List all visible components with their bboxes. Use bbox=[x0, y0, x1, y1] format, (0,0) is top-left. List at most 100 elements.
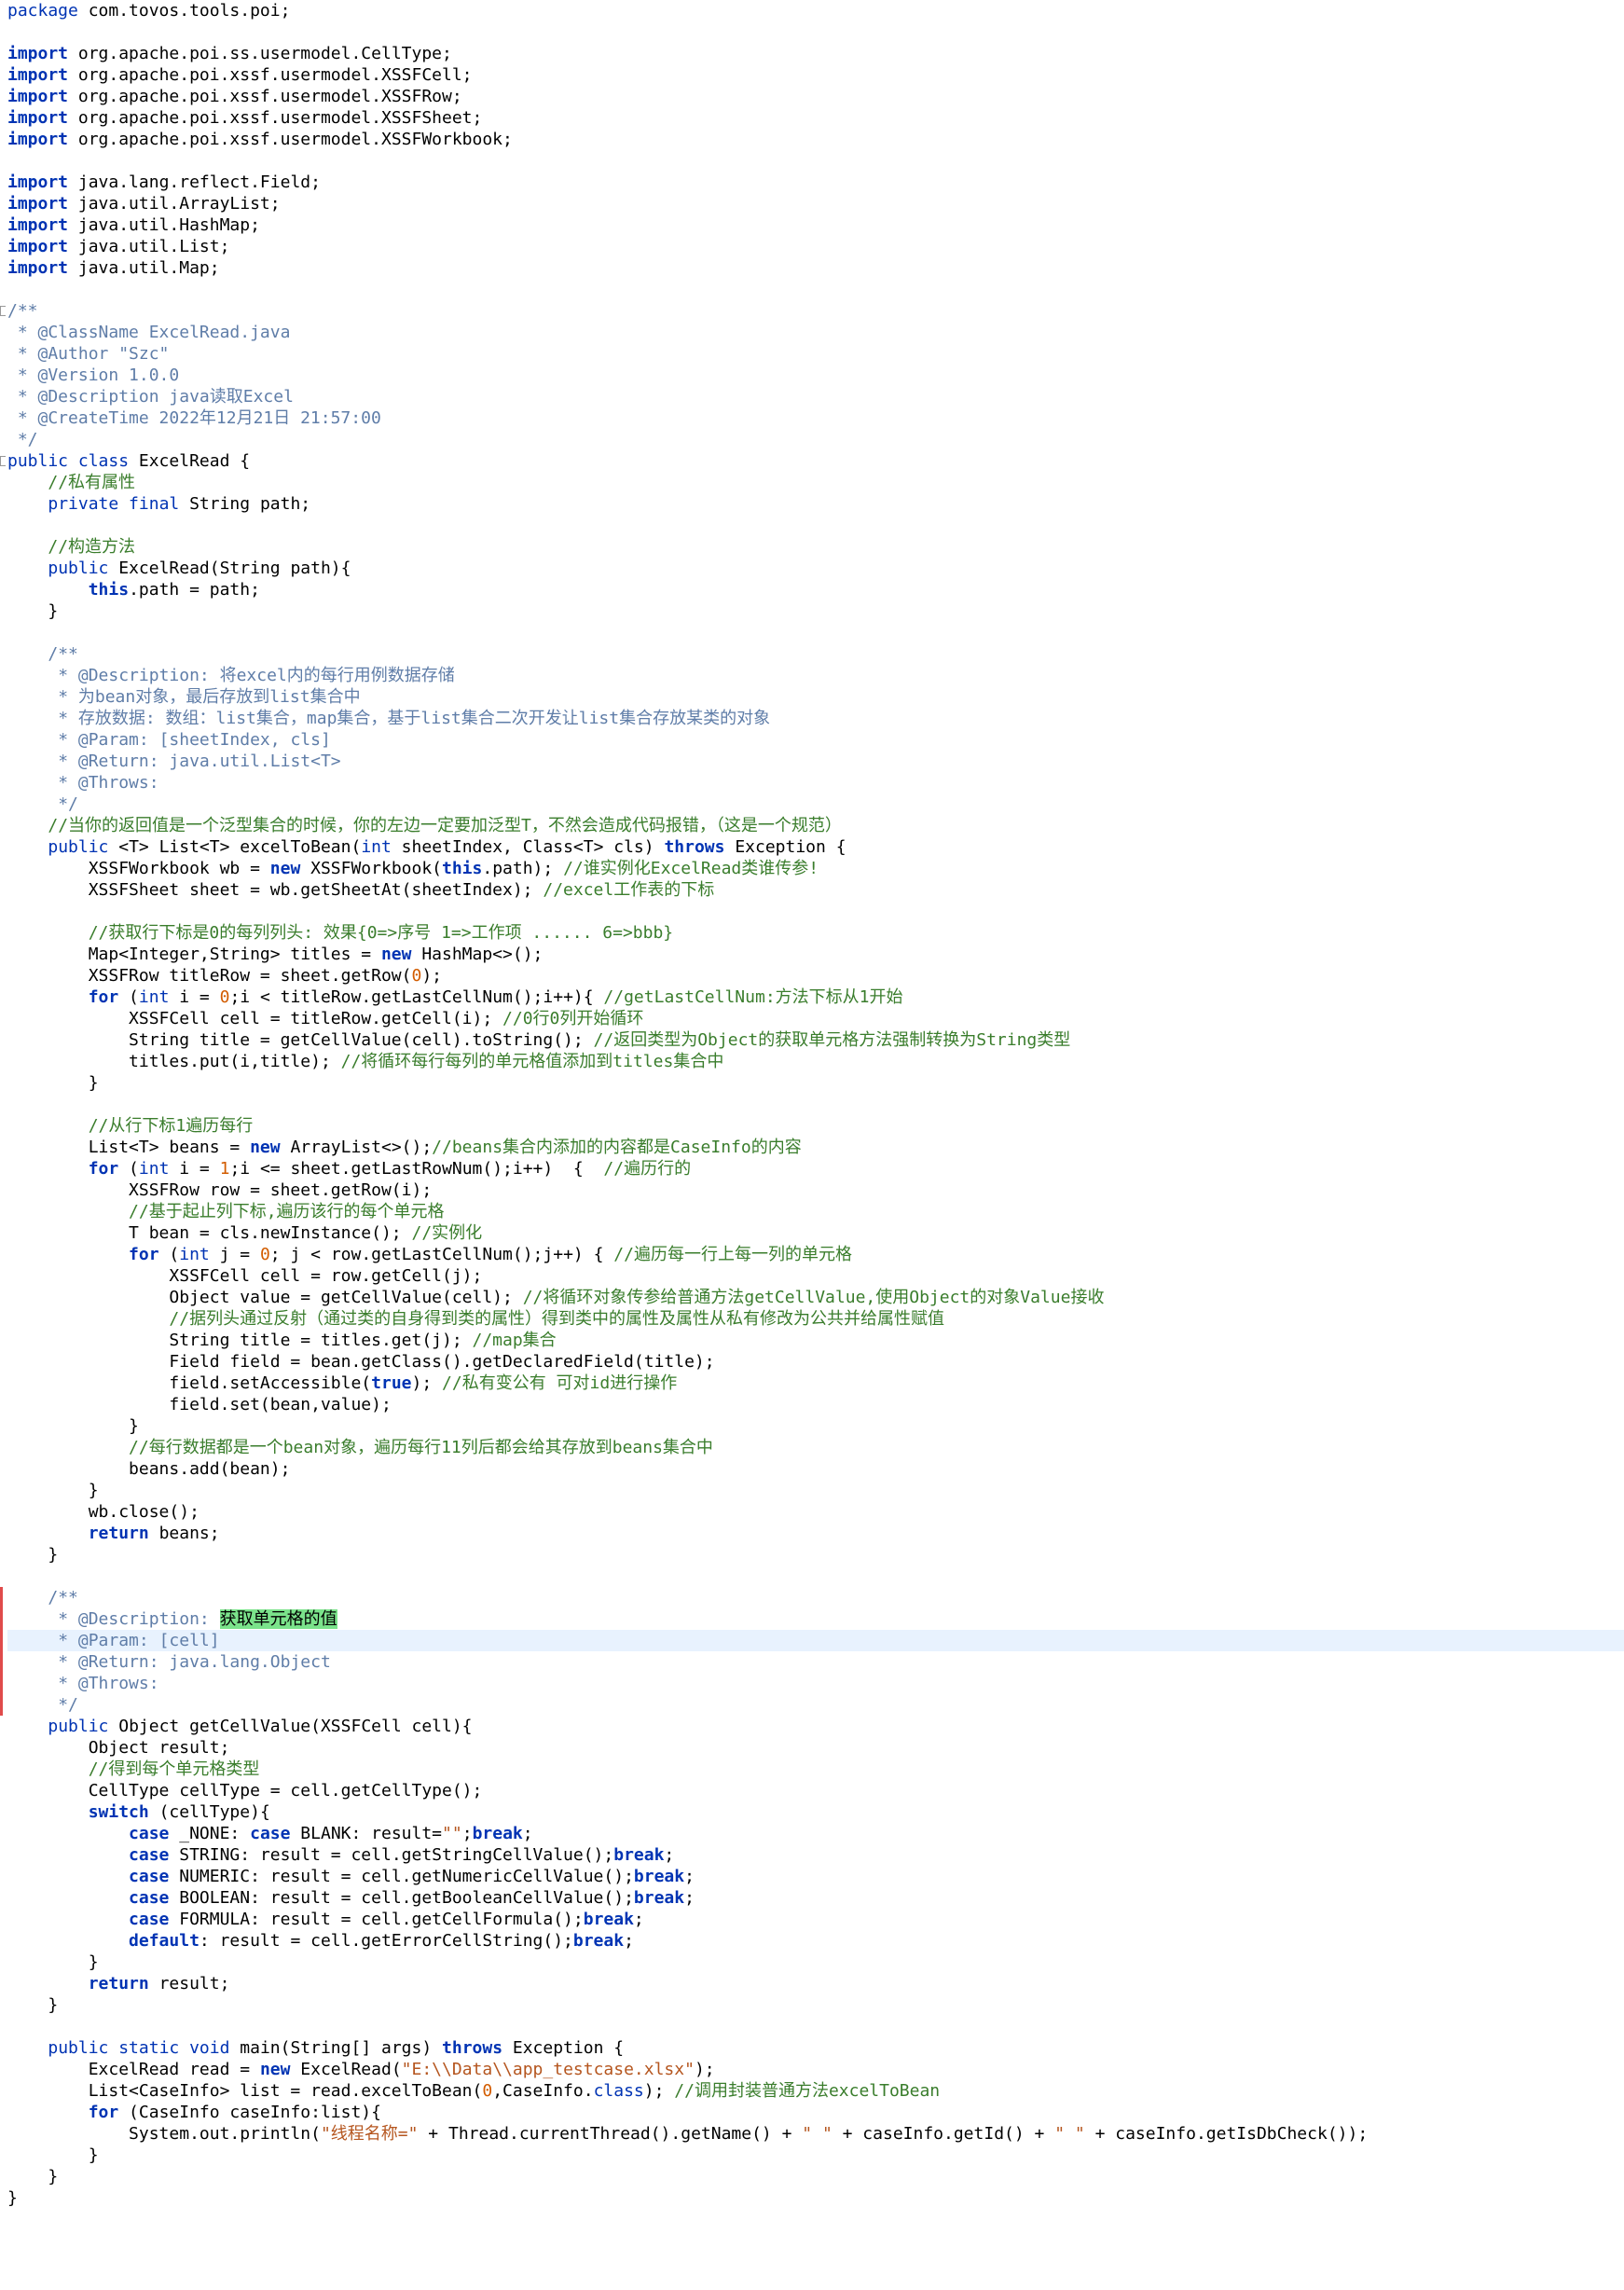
code-editor[interactable]: package com.tovos.tools.poi; import org.a… bbox=[0, 0, 1624, 2290]
fold-marker-icon[interactable] bbox=[0, 456, 6, 466]
code-line[interactable]: import java.util.ArrayList; bbox=[7, 193, 1624, 214]
code-line[interactable]: } bbox=[7, 1952, 1624, 1973]
code-line[interactable]: * 为bean对象，最后存放到list集合中 bbox=[7, 686, 1624, 708]
code-line[interactable]: wb.close(); bbox=[7, 1501, 1624, 1523]
code-line[interactable]: public ExcelRead(String path){ bbox=[7, 558, 1624, 579]
code-line[interactable]: //据列头通过反射（通过类的自身得到类的属性）得到类中的属性及属性从私有修改为公… bbox=[7, 1308, 1624, 1330]
code-line[interactable]: Map<Integer,String> titles = new HashMap… bbox=[7, 944, 1624, 965]
code-line[interactable]: //当你的返回值是一个泛型集合的时候，你的左边一定要加泛型T，不然会造成代码报错… bbox=[7, 815, 1624, 836]
code-line[interactable] bbox=[7, 1566, 1624, 1587]
code-line[interactable]: case NUMERIC: result = cell.getNumericCe… bbox=[7, 1866, 1624, 1887]
code-line[interactable]: switch (cellType){ bbox=[7, 1801, 1624, 1823]
code-line[interactable]: * 存放数据: 数组：list集合，map集合，基于list集合二次开发让lis… bbox=[7, 708, 1624, 729]
code-line[interactable]: XSSFCell cell = row.getCell(j); bbox=[7, 1265, 1624, 1287]
code-line[interactable]: beans.add(bean); bbox=[7, 1458, 1624, 1480]
code-line[interactable]: * @Throws: bbox=[7, 772, 1624, 793]
code-line[interactable]: * @ClassName ExcelRead.java bbox=[7, 322, 1624, 343]
code-line[interactable] bbox=[7, 21, 1624, 43]
code-line[interactable]: for (int i = 1;i <= sheet.getLastRowNum(… bbox=[7, 1158, 1624, 1179]
code-line[interactable]: } bbox=[7, 1480, 1624, 1501]
code-line[interactable]: public static void main(String[] args) t… bbox=[7, 2037, 1624, 2059]
code-line[interactable]: } bbox=[7, 2187, 1624, 2209]
code-line[interactable]: //获取行下标是0的每列列头: 效果{0=>序号 1=>工作项 ...... 6… bbox=[7, 922, 1624, 944]
code-line[interactable]: Field field = bean.getClass().getDeclare… bbox=[7, 1351, 1624, 1373]
code-line[interactable]: import org.apache.poi.xssf.usermodel.XSS… bbox=[7, 129, 1624, 150]
code-line[interactable]: //从行下标1遍历每行 bbox=[7, 1115, 1624, 1137]
code-line[interactable]: System.out.println("线程名称=" + Thread.curr… bbox=[7, 2123, 1624, 2145]
code-line[interactable]: } bbox=[7, 1544, 1624, 1566]
code-line[interactable]: for (int j = 0; j < row.getLastCellNum()… bbox=[7, 1244, 1624, 1265]
code-line[interactable]: field.setAccessible(true); //私有变公有 可对id进… bbox=[7, 1373, 1624, 1394]
code-line[interactable]: } bbox=[7, 1994, 1624, 2016]
code-line[interactable]: //私有属性 bbox=[7, 472, 1624, 493]
code-line[interactable]: * @Description: 获取单元格的值 bbox=[7, 1608, 1624, 1630]
code-line[interactable]: XSSFCell cell = titleRow.getCell(i); //0… bbox=[7, 1008, 1624, 1029]
code-line[interactable]: Object result; bbox=[7, 1737, 1624, 1759]
code-line[interactable]: case STRING: result = cell.getStringCell… bbox=[7, 1844, 1624, 1866]
code-line[interactable]: * @Author "Szc" bbox=[7, 343, 1624, 365]
code-line[interactable]: import java.util.Map; bbox=[7, 257, 1624, 279]
code-line[interactable]: import org.apache.poi.xssf.usermodel.XSS… bbox=[7, 86, 1624, 107]
code-line[interactable]: * @CreateTime 2022年12月21日 21:57:00 bbox=[7, 407, 1624, 429]
code-line[interactable]: //每行数据都是一个bean对象，遍历每行11列后都会给其存放到beans集合中 bbox=[7, 1437, 1624, 1458]
code-line[interactable]: return beans; bbox=[7, 1523, 1624, 1544]
code-line[interactable]: import org.apache.poi.ss.usermodel.CellT… bbox=[7, 43, 1624, 64]
code-line[interactable]: case BOOLEAN: result = cell.getBooleanCe… bbox=[7, 1887, 1624, 1909]
code-line[interactable]: ExcelRead read = new ExcelRead("E:\\Data… bbox=[7, 2059, 1624, 2080]
code-line[interactable]: */ bbox=[7, 793, 1624, 815]
code-line[interactable]: import org.apache.poi.xssf.usermodel.XSS… bbox=[7, 64, 1624, 86]
code-line[interactable]: return result; bbox=[7, 1973, 1624, 1994]
code-line[interactable] bbox=[7, 2016, 1624, 2037]
code-line[interactable] bbox=[7, 515, 1624, 536]
code-line[interactable]: * @Return: java.lang.Object bbox=[7, 1651, 1624, 1673]
code-line[interactable]: * @Version 1.0.0 bbox=[7, 365, 1624, 386]
code-line[interactable]: */ bbox=[7, 429, 1624, 450]
code-line[interactable]: this.path = path; bbox=[7, 579, 1624, 600]
code-line[interactable] bbox=[7, 279, 1624, 300]
code-line[interactable]: * @Return: java.util.List<T> bbox=[7, 751, 1624, 772]
code-line[interactable]: public <T> List<T> excelToBean(int sheet… bbox=[7, 836, 1624, 858]
code-line[interactable]: T bean = cls.newInstance(); //实例化 bbox=[7, 1222, 1624, 1244]
code-line[interactable]: * @Throws: bbox=[7, 1673, 1624, 1694]
code-line[interactable]: public Object getCellValue(XSSFCell cell… bbox=[7, 1716, 1624, 1737]
code-line[interactable]: List<T> beans = new ArrayList<>();//bean… bbox=[7, 1137, 1624, 1158]
code-lines[interactable]: package com.tovos.tools.poi; import org.a… bbox=[7, 0, 1624, 2209]
code-line[interactable]: XSSFRow titleRow = sheet.getRow(0); bbox=[7, 965, 1624, 986]
code-line[interactable]: /** bbox=[7, 643, 1624, 665]
code-line[interactable]: } bbox=[7, 1415, 1624, 1437]
code-line[interactable]: * @Description java读取Excel bbox=[7, 386, 1624, 407]
code-line[interactable]: CellType cellType = cell.getCellType(); bbox=[7, 1780, 1624, 1801]
code-line[interactable]: */ bbox=[7, 1694, 1624, 1716]
code-line[interactable]: //构造方法 bbox=[7, 536, 1624, 558]
code-line[interactable]: package com.tovos.tools.poi; bbox=[7, 0, 1624, 21]
code-line[interactable] bbox=[7, 622, 1624, 643]
code-line[interactable]: default: result = cell.getErrorCellStrin… bbox=[7, 1930, 1624, 1952]
code-line[interactable]: //基于起止列下标,遍历该行的每个单元格 bbox=[7, 1201, 1624, 1222]
code-line[interactable] bbox=[7, 1094, 1624, 1115]
code-line[interactable]: import java.lang.reflect.Field; bbox=[7, 172, 1624, 193]
code-line[interactable]: private final String path; bbox=[7, 493, 1624, 515]
code-line[interactable]: } bbox=[7, 2145, 1624, 2166]
code-line[interactable]: /** bbox=[7, 300, 1624, 322]
code-line[interactable]: String title = titles.get(j); //map集合 bbox=[7, 1330, 1624, 1351]
code-line[interactable] bbox=[7, 901, 1624, 922]
code-line[interactable]: /** bbox=[7, 1587, 1624, 1608]
code-line[interactable] bbox=[7, 150, 1624, 172]
code-line[interactable]: XSSFSheet sheet = wb.getSheetAt(sheetInd… bbox=[7, 879, 1624, 901]
code-line[interactable]: //得到每个单元格类型 bbox=[7, 1759, 1624, 1780]
code-line[interactable]: import org.apache.poi.xssf.usermodel.XSS… bbox=[7, 107, 1624, 129]
code-line[interactable]: } bbox=[7, 600, 1624, 622]
code-line[interactable]: XSSFRow row = sheet.getRow(i); bbox=[7, 1179, 1624, 1201]
code-line[interactable]: XSSFWorkbook wb = new XSSFWorkbook(this.… bbox=[7, 858, 1624, 879]
code-line[interactable]: import java.util.HashMap; bbox=[7, 214, 1624, 236]
code-line[interactable]: Object value = getCellValue(cell); //将循环… bbox=[7, 1287, 1624, 1308]
code-line[interactable]: field.set(bean,value); bbox=[7, 1394, 1624, 1415]
code-line[interactable]: } bbox=[7, 1072, 1624, 1094]
code-line[interactable]: String title = getCellValue(cell).toStri… bbox=[7, 1029, 1624, 1051]
code-line[interactable]: } bbox=[7, 2166, 1624, 2187]
code-line[interactable]: List<CaseInfo> list = read.excelToBean(0… bbox=[7, 2080, 1624, 2102]
code-line[interactable]: public class ExcelRead { bbox=[7, 450, 1624, 472]
code-line[interactable]: case FORMULA: result = cell.getCellFormu… bbox=[7, 1909, 1624, 1930]
code-line[interactable]: * @Description: 将excel内的每行用例数据存储 bbox=[7, 665, 1624, 686]
code-line[interactable]: titles.put(i,title); //将循环每行每列的单元格值添加到ti… bbox=[7, 1051, 1624, 1072]
